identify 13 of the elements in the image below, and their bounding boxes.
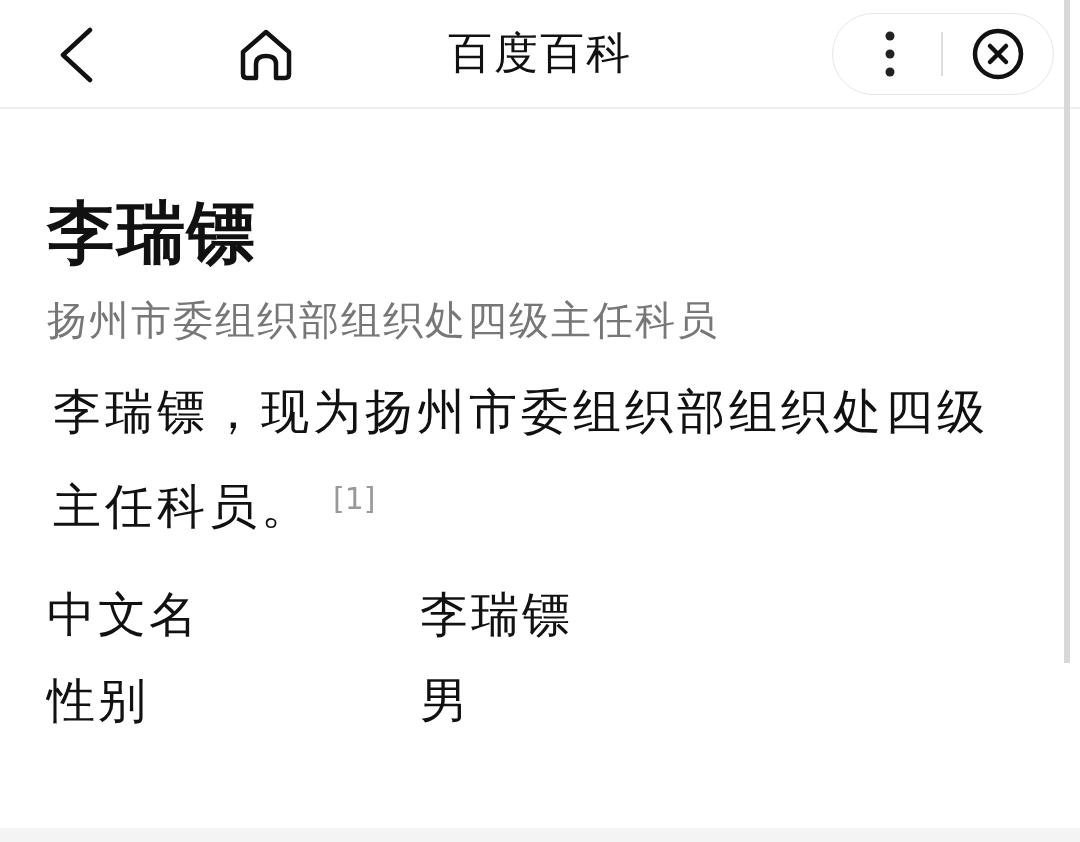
info-value: 男 <box>420 671 471 730</box>
entry-title: 李瑞镖 <box>47 193 258 273</box>
info-label: 性别 <box>47 671 150 730</box>
entry-subtitle: 扬州市委组织部组织处四级主任科员 <box>47 296 720 345</box>
close-icon[interactable] <box>970 26 1025 81</box>
more-icon[interactable] <box>884 29 896 78</box>
page-title: 百度百科 <box>447 26 633 80</box>
info-label: 中文名 <box>47 585 201 644</box>
home-button[interactable] <box>238 27 294 82</box>
info-value: 李瑞镖 <box>420 585 573 644</box>
footnote-link[interactable]: [1] <box>333 481 376 516</box>
back-button[interactable] <box>58 26 94 83</box>
summary-text: 李瑞镖，现为扬州市委组织部组织处四级主任科员。 $^{[1]}$ <box>53 382 990 536</box>
